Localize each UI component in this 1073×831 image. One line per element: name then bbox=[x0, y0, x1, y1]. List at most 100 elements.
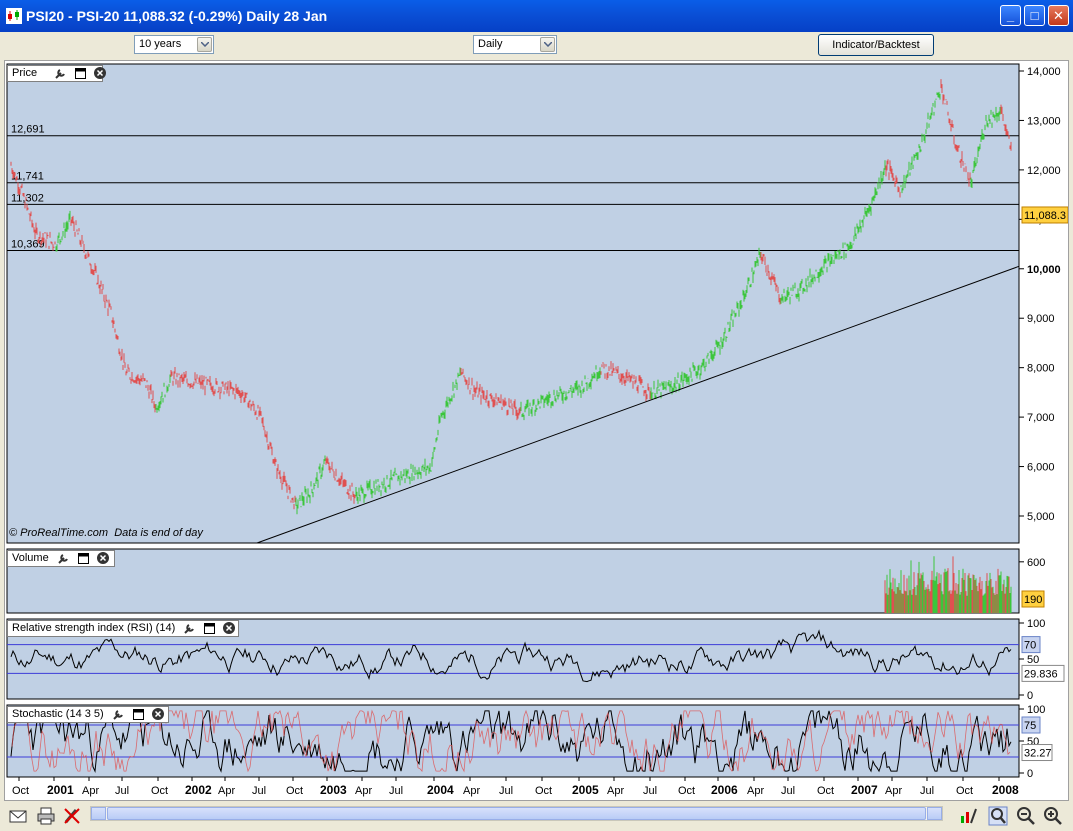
x-axis-label: Apr bbox=[355, 785, 372, 797]
x-axis-label: 2006 bbox=[711, 783, 738, 797]
x-axis-label: Jul bbox=[252, 785, 266, 797]
wrench-icon[interactable] bbox=[54, 67, 67, 80]
minimize-button[interactable]: _ bbox=[1000, 5, 1021, 26]
stochastic-level-label: 75 bbox=[1024, 720, 1036, 732]
window-title: PSI20 - PSI-20 11,088.32 (-0.29%) Daily … bbox=[26, 8, 328, 24]
x-axis-label: Jul bbox=[781, 785, 795, 797]
maximize-button[interactable]: □ bbox=[1024, 5, 1045, 26]
price-tick-label: 6,000 bbox=[1027, 462, 1055, 474]
x-axis-label: Apr bbox=[747, 785, 764, 797]
period-select-value: 10 years bbox=[139, 38, 182, 50]
stochastic-tick-label: 0 bbox=[1027, 768, 1033, 780]
rsi-current-label: 29.836 bbox=[1024, 668, 1058, 680]
volume-panel-header: Volume bbox=[7, 550, 115, 567]
price-tick-label: 8,000 bbox=[1027, 363, 1055, 375]
toolbar: 10 years Daily Indicator/Backtest bbox=[4, 32, 1069, 58]
wrench-icon[interactable] bbox=[112, 708, 125, 721]
current-price-label: 11,088.3 bbox=[1024, 210, 1066, 222]
x-axis-label: Oct bbox=[151, 785, 168, 797]
volume-tick-label: 600 bbox=[1027, 557, 1045, 569]
stochastic-current-label: 32.27 bbox=[1024, 748, 1052, 760]
period-select[interactable]: 10 years bbox=[134, 35, 214, 54]
price-tick-label: 9,000 bbox=[1027, 313, 1055, 325]
app-icon bbox=[6, 8, 22, 24]
rsi-panel-header: Relative strength index (RSI) (14) bbox=[7, 620, 239, 637]
x-axis-label: 2001 bbox=[47, 783, 74, 797]
x-axis-label: Jul bbox=[499, 785, 513, 797]
close-button[interactable]: ✕ bbox=[1048, 5, 1069, 26]
rsi-tick-label: 50 bbox=[1027, 654, 1039, 666]
title-bar: PSI20 - PSI-20 11,088.32 (-0.29%) Daily … bbox=[0, 0, 1073, 32]
x-axis-label: 2007 bbox=[851, 783, 878, 797]
price-tick-label: 7,000 bbox=[1027, 412, 1055, 424]
x-axis-label: Jul bbox=[389, 785, 403, 797]
price-panel-label: Price bbox=[12, 67, 38, 79]
scroll-right-arrow[interactable] bbox=[927, 807, 942, 820]
x-axis-label: Apr bbox=[885, 785, 902, 797]
chevron-down-icon[interactable] bbox=[540, 37, 555, 52]
window-icon[interactable] bbox=[77, 552, 89, 564]
rsi-tick-label: 0 bbox=[1027, 690, 1033, 702]
data-note: Data is end of day bbox=[114, 527, 203, 539]
x-axis-label: 2005 bbox=[572, 783, 599, 797]
rsi-tick-label: 100 bbox=[1027, 618, 1045, 630]
x-axis-label: 2003 bbox=[320, 783, 347, 797]
x-axis-label: Apr bbox=[607, 785, 624, 797]
horizontal-line-label: 12,691 bbox=[11, 124, 45, 136]
volume-panel-label: Volume bbox=[12, 552, 49, 564]
x-axis-label: Oct bbox=[678, 785, 695, 797]
horizontal-line-label: 10,369 bbox=[11, 239, 45, 251]
x-axis-label: Apr bbox=[82, 785, 99, 797]
close-icon[interactable] bbox=[151, 708, 164, 721]
price-tick-label: 10,000 bbox=[1027, 264, 1061, 276]
price-tick-label: 14,000 bbox=[1027, 66, 1061, 78]
interval-select[interactable]: Daily bbox=[473, 35, 557, 54]
interval-select-value: Daily bbox=[478, 38, 503, 50]
price-tick-label: 13,000 bbox=[1027, 115, 1061, 127]
zoom-box-icon[interactable] bbox=[988, 806, 1008, 826]
x-axis-label: Apr bbox=[218, 785, 235, 797]
vol-panel-bg bbox=[6, 548, 1020, 614]
x-axis-label: Oct bbox=[286, 785, 303, 797]
x-axis-label: Jul bbox=[920, 785, 934, 797]
x-axis-label: Oct bbox=[956, 785, 973, 797]
print-icon[interactable] bbox=[36, 806, 56, 826]
indicator-backtest-button[interactable]: Indicator/Backtest bbox=[818, 34, 934, 56]
volume-current-label: 190 bbox=[1024, 594, 1042, 606]
copyright-text: © ProRealTime.com bbox=[9, 527, 109, 539]
x-axis-label: Oct bbox=[535, 785, 552, 797]
copyright-label: © ProRealTime.com Data is end of day bbox=[9, 527, 203, 539]
x-axis-label: Oct bbox=[12, 785, 29, 797]
no-edit-icon[interactable] bbox=[62, 806, 82, 826]
close-icon[interactable] bbox=[96, 552, 109, 565]
window-icon[interactable] bbox=[204, 622, 216, 634]
email-icon[interactable] bbox=[8, 806, 28, 826]
drawing-icon[interactable] bbox=[958, 806, 978, 826]
x-axis-label: 2004 bbox=[427, 783, 454, 797]
horizontal-line-label: 11,302 bbox=[11, 192, 44, 204]
window-icon[interactable] bbox=[132, 708, 144, 720]
wrench-icon[interactable] bbox=[183, 622, 196, 635]
price-panel-header: Price bbox=[7, 65, 107, 82]
price-tick-label: 5,000 bbox=[1027, 511, 1055, 523]
stochastic-panel-label: Stochastic (14 3 5) bbox=[12, 708, 104, 720]
x-axis-label: Apr bbox=[463, 785, 480, 797]
stochastic-tick-label: 100 bbox=[1027, 704, 1045, 716]
chart-canvas[interactable]: 14,00013,00012,00011,00010,0009,0008,000… bbox=[5, 61, 1068, 800]
wrench-icon[interactable] bbox=[57, 552, 70, 565]
rsi-panel-label: Relative strength index (RSI) (14) bbox=[12, 622, 176, 634]
close-icon[interactable] bbox=[223, 622, 236, 635]
x-axis-label: Jul bbox=[115, 785, 129, 797]
chevron-down-icon[interactable] bbox=[197, 37, 212, 52]
scrollbar-thumb[interactable] bbox=[107, 807, 926, 820]
window-icon[interactable] bbox=[75, 67, 87, 79]
close-icon[interactable] bbox=[94, 67, 107, 80]
zoom-in-icon[interactable] bbox=[1043, 806, 1063, 826]
x-axis-label: Oct bbox=[817, 785, 834, 797]
price-tick-label: 12,000 bbox=[1027, 165, 1061, 177]
chart-area[interactable]: 14,00013,00012,00011,00010,0009,0008,000… bbox=[4, 60, 1069, 801]
stochastic-panel-header: Stochastic (14 3 5) bbox=[7, 706, 169, 723]
zoom-out-icon[interactable] bbox=[1016, 806, 1036, 826]
horizontal-scrollbar[interactable] bbox=[90, 806, 943, 821]
scroll-left-arrow[interactable] bbox=[91, 807, 106, 820]
